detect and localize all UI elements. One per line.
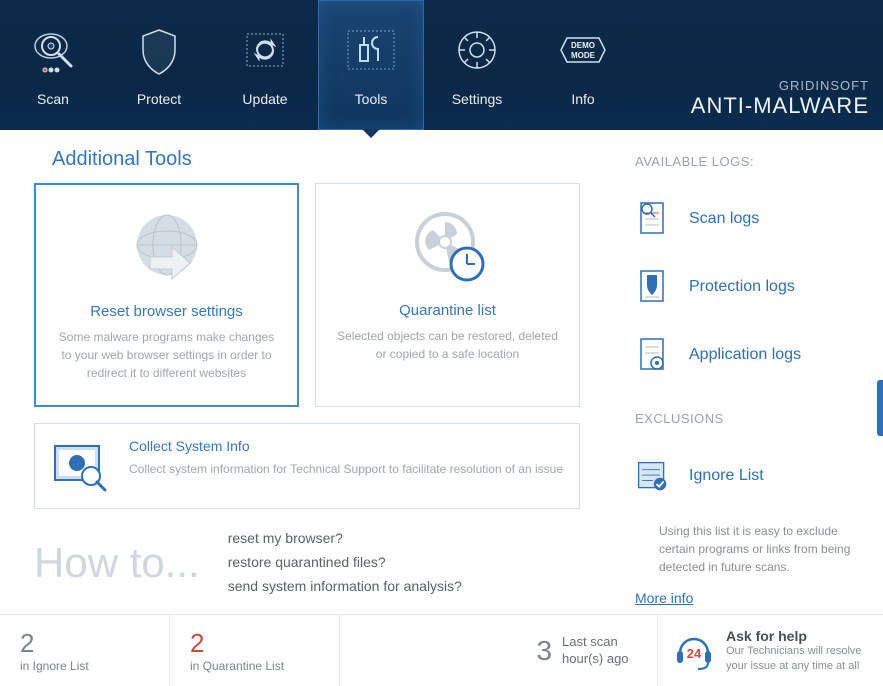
- main-nav: Scan Protect Update: [0, 0, 636, 130]
- refresh-icon: [235, 23, 295, 79]
- app-header: Scan Protect Update: [0, 0, 883, 130]
- brand-block: GRIDINSOFT ANTI-MALWARE: [691, 78, 869, 119]
- collect-system-info-card[interactable]: Collect System Info Collect system infor…: [34, 423, 580, 509]
- more-info-link[interactable]: More info: [635, 590, 693, 606]
- last-scan-line1: Last scan: [562, 634, 628, 650]
- demo-mode-icon: DEMO MODE: [553, 23, 613, 79]
- ask-for-help[interactable]: 24 Ask for help Our Technicians will res…: [658, 615, 883, 686]
- stat-last-scan[interactable]: 3 Last scan hour(s) ago: [508, 615, 658, 686]
- nav-update[interactable]: Update: [212, 0, 318, 130]
- protection-logs-label: Protection logs: [689, 278, 795, 296]
- page-title: Additional Tools: [52, 148, 609, 171]
- side-panel-handle[interactable]: [877, 380, 883, 436]
- document-shield-icon: [635, 267, 669, 307]
- shield-icon: [129, 23, 189, 79]
- system-info-icon: [49, 438, 113, 494]
- ask-desc: Our Technicians will resolve your issue …: [726, 644, 869, 674]
- protection-logs-link[interactable]: Protection logs: [635, 253, 865, 321]
- scan-logs-link[interactable]: Scan logs: [635, 185, 865, 253]
- quarantine-desc: Selected objects can be restored, delete…: [328, 327, 567, 363]
- svg-text:MODE: MODE: [571, 51, 596, 60]
- biohazard-clock-icon: [403, 202, 493, 292]
- nav-protect[interactable]: Protect: [106, 0, 212, 130]
- nav-scan[interactable]: Scan: [0, 0, 106, 130]
- nav-update-label: Update: [242, 91, 287, 107]
- document-gear-icon: [635, 335, 669, 375]
- reset-browser-title: Reset browser settings: [90, 303, 243, 320]
- quarantine-card[interactable]: Quarantine list Selected objects can be …: [315, 183, 580, 407]
- application-logs-link[interactable]: Application logs: [635, 321, 865, 389]
- reset-browser-card[interactable]: Reset browser settings Some malware prog…: [34, 183, 299, 407]
- document-magnifier-icon: [635, 199, 669, 239]
- available-logs-heading: AVAILABLE LOGS:: [635, 154, 865, 169]
- svg-text:24: 24: [687, 646, 702, 661]
- list-check-icon: [635, 456, 669, 496]
- exclusions-heading: EXCLUSIONS: [635, 411, 865, 426]
- nav-info[interactable]: DEMO MODE Info: [530, 0, 636, 130]
- nav-protect-label: Protect: [137, 91, 181, 107]
- status-footer: 2 in Ignore List 2 in Quarantine List 3 …: [0, 614, 883, 686]
- quarantine-count: 2: [190, 628, 319, 659]
- exclusions-desc: Using this list it is easy to exclude ce…: [659, 522, 865, 576]
- nav-settings[interactable]: Settings: [424, 0, 530, 130]
- main-content: Additional Tools Reset browser settings …: [0, 130, 883, 614]
- tools-icon: [341, 23, 401, 79]
- stat-quarantine-list[interactable]: 2 in Quarantine List: [170, 615, 340, 686]
- nav-scan-label: Scan: [37, 91, 69, 107]
- stat-ignore-list[interactable]: 2 in Ignore List: [0, 615, 170, 686]
- nav-tools[interactable]: Tools: [318, 0, 424, 130]
- nav-tools-label: Tools: [355, 91, 388, 107]
- application-logs-label: Application logs: [689, 346, 801, 364]
- brand-product: ANTI-MALWARE: [691, 93, 869, 119]
- howto-link-reset[interactable]: reset my browser?: [228, 527, 462, 551]
- ignore-count: 2: [20, 628, 149, 659]
- reset-browser-desc: Some malware programs make changes to yo…: [48, 328, 285, 382]
- last-scan-value: 3: [536, 635, 552, 667]
- collect-info-title: Collect System Info: [129, 438, 565, 454]
- ignore-label: in Ignore List: [20, 659, 149, 673]
- scan-logs-label: Scan logs: [689, 210, 759, 228]
- nav-info-label: Info: [571, 91, 594, 107]
- howto-link-send[interactable]: send system information for analysis?: [228, 575, 462, 599]
- headset-24-icon: 24: [672, 629, 716, 673]
- gear-icon: [447, 23, 507, 79]
- ignore-list-link[interactable]: Ignore List: [635, 442, 865, 510]
- howto-heading: How to...: [34, 539, 200, 587]
- ignore-list-label: Ignore List: [689, 467, 764, 485]
- collect-info-desc: Collect system information for Technical…: [129, 460, 565, 478]
- nav-settings-label: Settings: [452, 91, 503, 107]
- magnifier-icon: [23, 23, 83, 79]
- svg-text:DEMO: DEMO: [571, 41, 595, 50]
- quarantine-title: Quarantine list: [399, 302, 496, 319]
- last-scan-line2: hour(s) ago: [562, 651, 628, 667]
- howto-block: How to... reset my browser? restore quar…: [34, 527, 609, 598]
- howto-link-restore[interactable]: restore quarantined files?: [228, 551, 462, 575]
- brand-company: GRIDINSOFT: [691, 78, 869, 93]
- quarantine-label: in Quarantine List: [190, 659, 319, 673]
- globe-arrow-icon: [122, 203, 212, 293]
- ask-title: Ask for help: [726, 628, 869, 644]
